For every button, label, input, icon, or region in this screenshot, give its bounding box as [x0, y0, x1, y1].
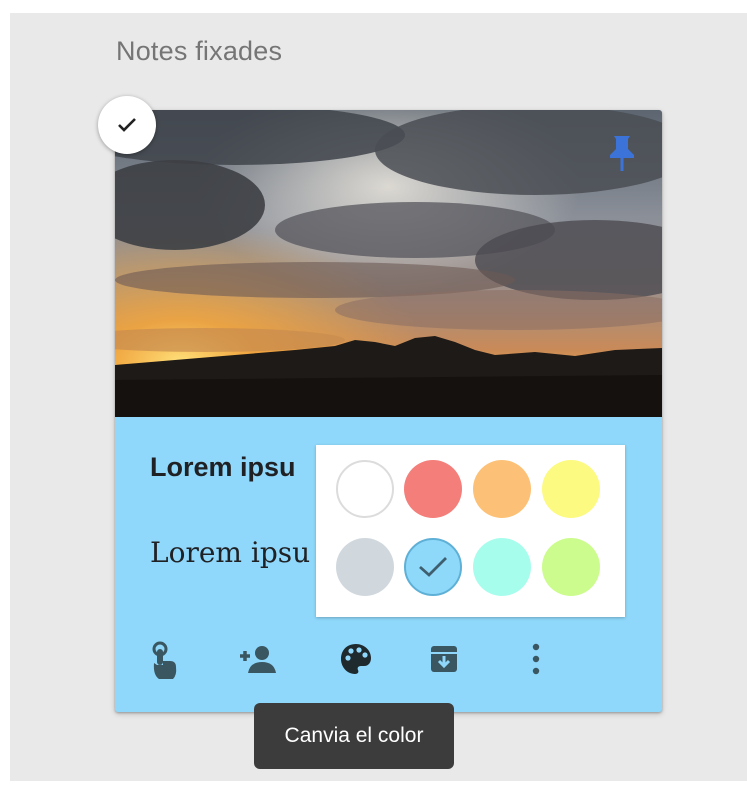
swatch-white[interactable] [336, 460, 394, 518]
tooltip: Canvia el color [254, 703, 454, 769]
palette-icon[interactable] [333, 636, 379, 682]
collaborator-icon[interactable] [235, 636, 281, 682]
swatch-gray[interactable] [336, 538, 394, 596]
swatch-teal[interactable] [473, 538, 531, 596]
note-body[interactable]: Lorem ipsu [150, 536, 310, 569]
swatch-yellow[interactable] [542, 460, 600, 518]
swatch-blue[interactable] [404, 538, 462, 596]
swatch-green[interactable] [542, 538, 600, 596]
swatch-red[interactable] [404, 460, 462, 518]
selected-check-icon [419, 557, 447, 577]
note-card[interactable] [115, 110, 662, 712]
tooltip-text: Canvia el color [284, 724, 424, 747]
archive-icon[interactable] [421, 636, 467, 682]
pinned-section-title: Notes fixades [116, 36, 283, 66]
sunset-photo [115, 110, 662, 417]
select-note-checkbox[interactable] [98, 96, 156, 154]
remind-me-icon[interactable] [141, 638, 187, 684]
note-title[interactable]: Lorem ipsu [150, 452, 296, 483]
pin-icon[interactable] [607, 133, 637, 173]
swatch-orange[interactable] [473, 460, 531, 518]
check-icon [118, 118, 136, 132]
color-picker-popup [316, 445, 625, 617]
more-options-icon[interactable] [513, 636, 559, 682]
note-image [115, 110, 662, 417]
